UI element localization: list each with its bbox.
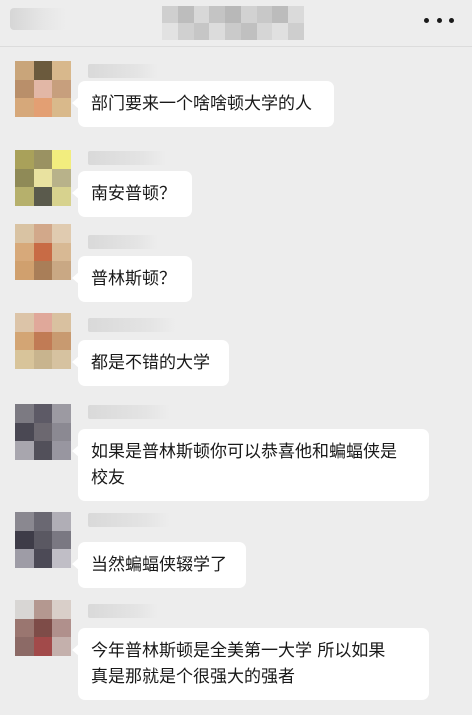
dot-icon — [424, 17, 429, 23]
message-bubble[interactable]: 如果是普林斯顿你可以恭喜他和蝙蝠侠是 校友 — [72, 429, 429, 501]
message-bubble[interactable]: 都是不错的大学 — [72, 340, 229, 386]
chat-title-blurred — [162, 6, 304, 40]
message-bubble[interactable]: 普林斯顿？ — [72, 256, 192, 302]
divider — [0, 46, 472, 47]
message-bubble[interactable]: 今年普林斯顿是全美第一大学 所以如果 真是那就是个很强大的强者 — [72, 628, 429, 700]
chat-screen: 部门要来一个啥啥顿大学的人 南安普顿？ 普林斯顿？ 都是不错的大学 如果是普林斯… — [0, 0, 472, 715]
sender-name-blurred — [88, 405, 170, 419]
avatar[interactable] — [15, 404, 71, 460]
top-bar — [0, 0, 472, 44]
avatar[interactable] — [15, 313, 71, 369]
sender-name-blurred — [88, 318, 176, 332]
dot-icon — [436, 17, 442, 23]
avatar[interactable] — [15, 150, 71, 206]
back-button-blurred[interactable] — [10, 8, 66, 30]
dot-icon — [449, 17, 454, 23]
message-bubble[interactable]: 南安普顿？ — [72, 171, 192, 217]
sender-name-blurred — [88, 235, 158, 249]
avatar[interactable] — [15, 61, 71, 117]
sender-name-blurred — [88, 513, 170, 527]
sender-name-blurred — [88, 151, 166, 165]
message-bubble[interactable]: 部门要来一个啥啥顿大学的人 — [72, 81, 334, 127]
avatar[interactable] — [15, 600, 71, 656]
avatar[interactable] — [15, 512, 71, 568]
message-bubble[interactable]: 当然蝙蝠侠辍学了 — [72, 542, 246, 588]
avatar[interactable] — [15, 224, 71, 280]
more-options-icon[interactable] — [424, 12, 454, 28]
sender-name-blurred — [88, 64, 158, 78]
sender-name-blurred — [88, 604, 158, 618]
